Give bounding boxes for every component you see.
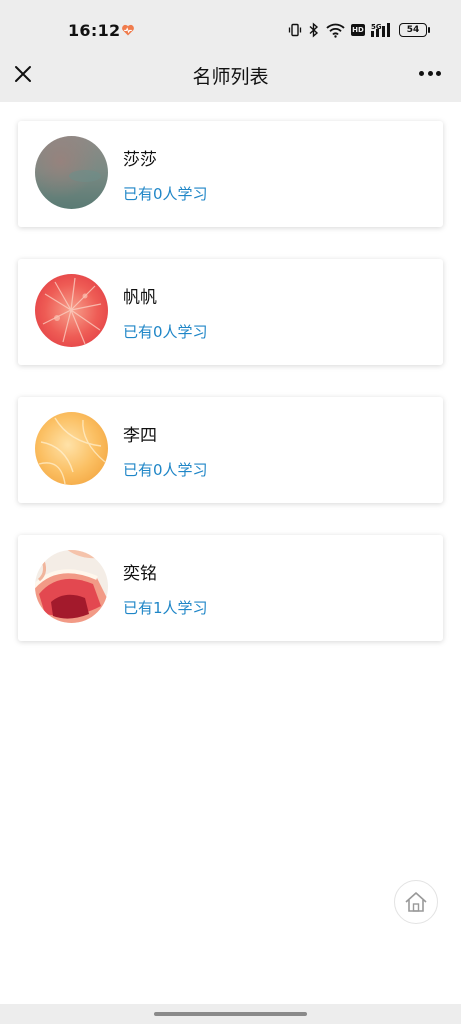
teacher-avatar [35,274,108,347]
nav-bar: 名师列表 [0,50,461,102]
gesture-bar [0,1004,461,1024]
teacher-card[interactable]: 奕铭 已有1人学习 [18,535,443,641]
home-button[interactable] [394,880,438,924]
teacher-card[interactable]: 帆帆 已有0人学习 [18,259,443,365]
status-bar: 16:12 HD 5G 54 [0,0,461,50]
bluetooth-icon [309,22,319,38]
more-options-button[interactable] [419,71,441,77]
teacher-card[interactable]: 莎莎 已有0人学习 [18,121,443,227]
home-indicator[interactable] [154,1012,307,1016]
teacher-list: 莎莎 已有0人学习 帆帆 已有0人学习 李四 已有0人学习 奕铭 已有1人学习 [18,121,443,673]
teacher-card[interactable]: 李四 已有0人学习 [18,397,443,503]
student-count: 已有0人学习 [123,323,208,341]
signal-icon: 5G [371,23,390,37]
teacher-name: 奕铭 [123,564,157,584]
health-icon [122,24,134,36]
vibrate-icon [288,23,302,37]
more-dot-icon [419,71,424,76]
student-count: 已有0人学习 [123,461,208,479]
wifi-icon [326,23,345,38]
more-dot-icon [436,71,441,76]
page-title: 名师列表 [192,66,269,88]
more-dot-icon [427,71,433,76]
hd-badge: HD [351,24,365,36]
teacher-name: 帆帆 [123,288,157,308]
teacher-avatar [35,412,108,485]
home-icon [405,892,427,912]
status-icons: HD 5G 54 [288,21,430,39]
status-time: 16:12 [68,21,121,40]
battery-indicator: 54 [399,23,430,37]
teacher-name: 莎莎 [123,150,157,170]
teacher-name: 李四 [123,426,157,446]
student-count: 已有1人学习 [123,599,208,617]
teacher-avatar [35,550,108,623]
student-count: 已有0人学习 [123,185,208,203]
teacher-avatar [35,136,108,209]
